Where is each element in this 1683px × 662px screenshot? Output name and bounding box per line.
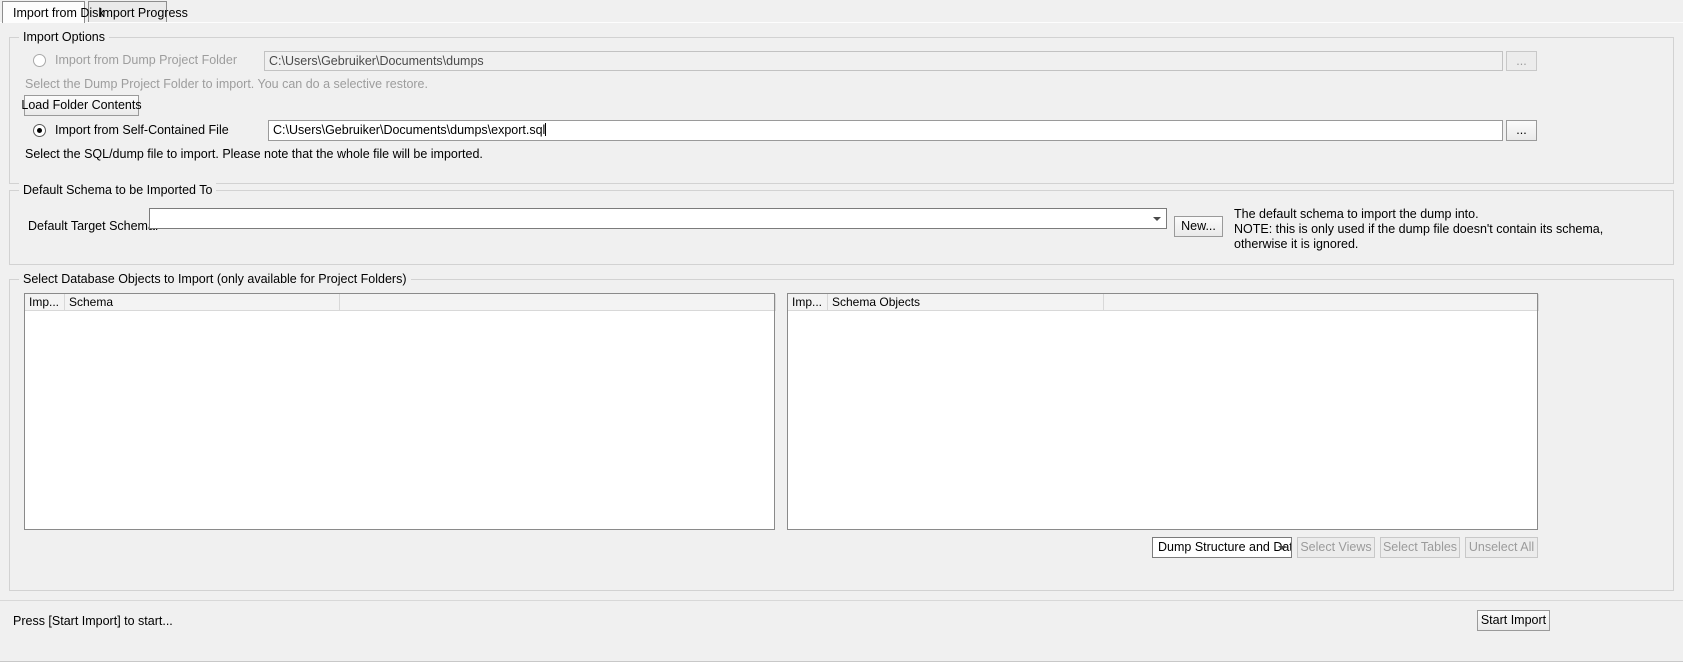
new-schema-button[interactable]: New... — [1174, 216, 1223, 237]
browse-self-contained-file-button[interactable]: ... — [1506, 120, 1537, 141]
schema-objects-list-column-objects[interactable]: Schema Objects — [828, 294, 1104, 311]
self-contained-file-hint: Select the SQL/dump file to import. Plea… — [25, 147, 483, 161]
select-tables-button[interactable]: Select Tables — [1380, 537, 1460, 558]
status-bar: Press [Start Import] to start... Start I… — [0, 600, 1683, 640]
default-target-schema-label: Default Target Schema: — [28, 219, 159, 233]
self-contained-file-path-input[interactable]: C:\Users\Gebruiker\Documents\dumps\expor… — [268, 120, 1503, 141]
load-folder-contents-label: Load Folder Contents — [21, 98, 142, 113]
start-import-button[interactable]: Start Import — [1477, 610, 1550, 631]
dump-project-folder-hint: Select the Dump Project Folder to import… — [25, 77, 428, 91]
browse-dump-project-folder-button[interactable]: ... — [1506, 51, 1537, 71]
unselect-all-button[interactable]: Unselect All — [1465, 537, 1538, 558]
schema-objects-list-column-filler[interactable] — [1104, 294, 1539, 311]
status-message: Press [Start Import] to start... — [13, 614, 173, 628]
start-import-label: Start Import — [1480, 613, 1547, 628]
browse-file-label: ... — [1516, 123, 1527, 138]
default-schema-note-line-1: The default schema to import the dump in… — [1234, 207, 1479, 221]
radio-import-from-dump-project-folder[interactable] — [33, 54, 46, 67]
unselect-all-label: Unselect All — [1468, 540, 1535, 555]
schema-list[interactable]: Imp... Schema — [24, 293, 776, 530]
tab-label: Import Progress — [99, 6, 188, 20]
radio-selected-dot — [37, 128, 42, 133]
default-schema-note-line-2: NOTE: this is only used if the dump file… — [1234, 222, 1604, 236]
import-options-group-title: Import Options — [19, 30, 109, 44]
schema-objects-list-body[interactable] — [788, 311, 1537, 529]
radio-import-from-self-contained-file[interactable] — [33, 124, 46, 137]
import-dialog-window: Import from Disk Import Progress Import … — [0, 0, 1683, 662]
chevron-down-icon — [1278, 545, 1286, 551]
default-schema-group-title: Default Schema to be Imported To — [19, 183, 217, 197]
schema-list-column-schema[interactable]: Schema — [65, 294, 340, 311]
schema-list-column-import[interactable]: Imp... — [25, 294, 65, 311]
new-schema-label: New... — [1181, 219, 1216, 234]
text-cursor — [545, 123, 547, 136]
schema-objects-list[interactable]: Imp... Schema Objects — [787, 293, 1539, 530]
browse-dump-folder-label: ... — [1516, 53, 1527, 68]
radio-label-self-contained-file: Import from Self-Contained File — [55, 123, 229, 137]
select-views-button[interactable]: Select Views — [1297, 537, 1375, 558]
chevron-down-icon — [1153, 216, 1161, 222]
tab-import-from-disk[interactable]: Import from Disk — [2, 1, 105, 23]
select-tables-label: Select Tables — [1382, 540, 1458, 555]
schema-objects-list-header: Imp... Schema Objects — [788, 294, 1539, 311]
radio-label-dump-project-folder: Import from Dump Project Folder — [55, 53, 237, 67]
select-database-objects-group-title: Select Database Objects to Import (only … — [19, 272, 411, 286]
default-target-schema-combo[interactable] — [149, 208, 1167, 229]
schema-objects-list-column-import[interactable]: Imp... — [788, 294, 828, 311]
tab-bar: Import from Disk Import Progress — [0, 0, 1683, 23]
schema-list-body[interactable] — [25, 311, 774, 529]
dump-project-folder-path-value: C:\Users\Gebruiker\Documents\dumps — [269, 54, 484, 68]
select-views-label: Select Views — [1300, 540, 1372, 555]
self-contained-file-path-value: C:\Users\Gebruiker\Documents\dumps\expor… — [273, 123, 546, 137]
dump-project-folder-path-input[interactable]: C:\Users\Gebruiker\Documents\dumps — [264, 51, 1503, 71]
tab-label: Import from Disk — [13, 6, 105, 20]
schema-list-header: Imp... Schema — [25, 294, 776, 311]
dump-type-value: Dump Structure and Dat — [1158, 540, 1292, 554]
load-folder-contents-button[interactable]: Load Folder Contents — [21, 95, 142, 116]
schema-list-column-filler[interactable] — [340, 294, 776, 311]
default-schema-note-line-3: otherwise it is ignored. — [1234, 237, 1359, 251]
import-from-disk-panel: Import Options Import from Dump Project … — [0, 22, 1683, 640]
dump-type-combo[interactable]: Dump Structure and Dat — [1152, 537, 1292, 558]
